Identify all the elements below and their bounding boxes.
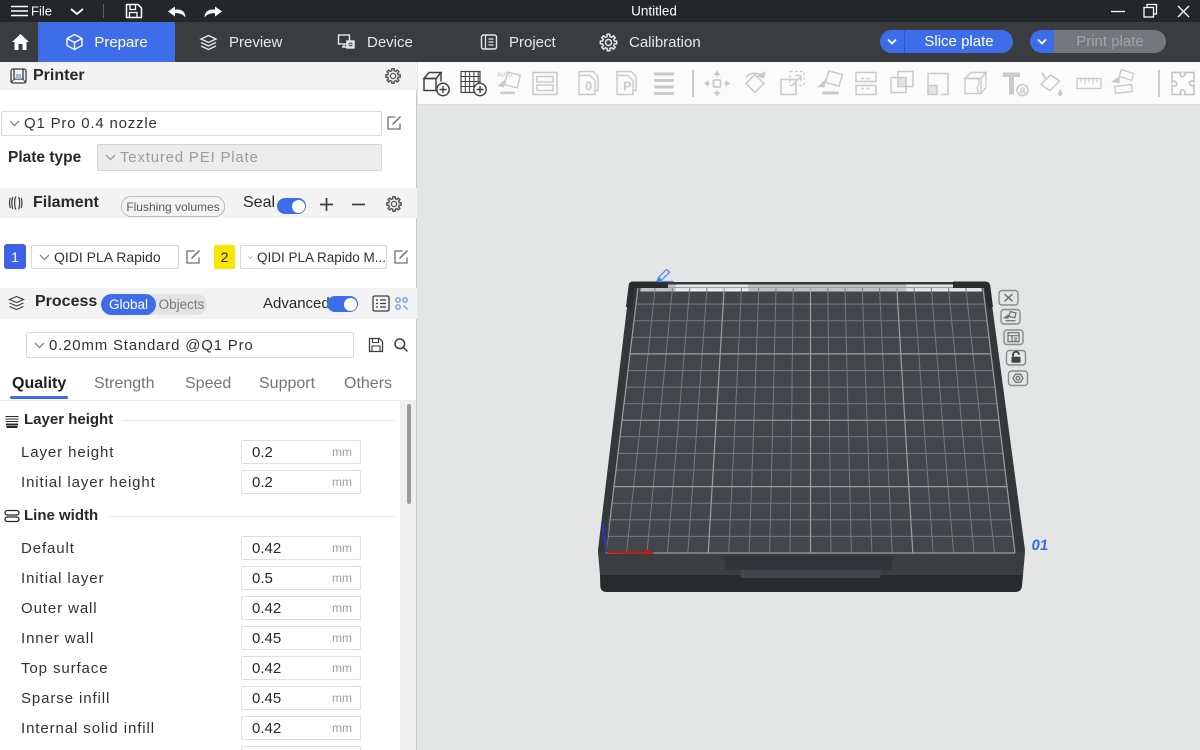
- svg-text:P: P: [623, 79, 632, 94]
- svg-text:File: File: [31, 4, 52, 19]
- svg-text:01: 01: [1030, 537, 1049, 554]
- svg-text:a: a: [1020, 85, 1027, 97]
- svg-text:Untitled: Untitled: [631, 4, 677, 19]
- svg-text:0: 0: [585, 79, 592, 94]
